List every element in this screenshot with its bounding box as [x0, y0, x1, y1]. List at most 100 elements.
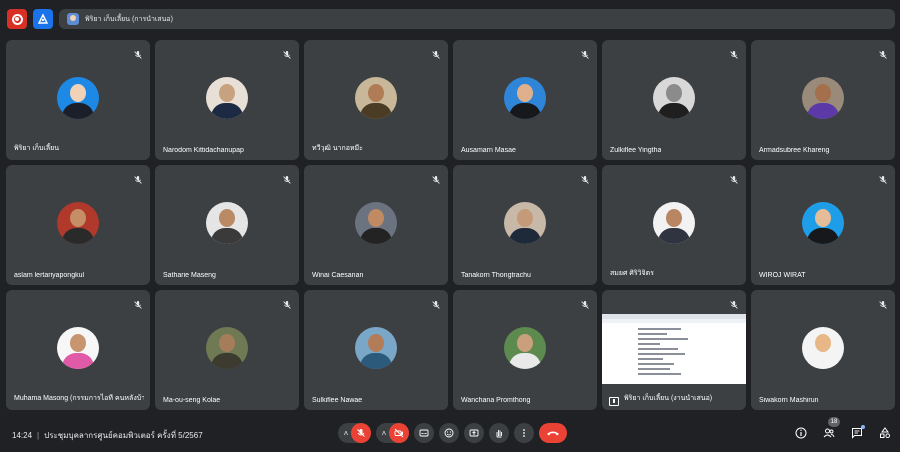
avatar — [206, 202, 248, 244]
pinned-presentation-bar[interactable]: พิริยา เก็บเลี้ยน (การนำเสนอ) — [59, 9, 895, 29]
participant-tile[interactable]: Armadsubree Khareng — [751, 40, 895, 160]
host-controls-button[interactable] — [878, 426, 892, 440]
end-call-button[interactable] — [539, 423, 567, 443]
participant-name: Zulkiflee Yingtha — [610, 147, 662, 154]
emoji-icon — [444, 428, 454, 438]
avatar — [57, 202, 99, 244]
record-icon[interactable] — [7, 9, 27, 29]
participant-name: Satharie Maseng — [163, 272, 216, 279]
mic-off-icon — [580, 47, 590, 59]
participant-tile[interactable]: Satharie Maseng — [155, 165, 299, 285]
participant-grid: พิริยา เก็บเลี้ยน Narodom Kittidachanupap… — [6, 40, 895, 410]
mic-off-icon — [729, 47, 739, 59]
mic-off-icon — [878, 47, 888, 59]
participant-name: พิริยา เก็บเลี้ยน (งานนำเสนอ) — [624, 395, 713, 402]
mic-off-icon — [580, 172, 590, 184]
participant-name: Siwakorn Mashirun — [759, 397, 819, 404]
avatar — [57, 327, 99, 369]
avatar — [802, 327, 844, 369]
avatar — [355, 77, 397, 119]
participant-tile[interactable]: Siwakorn Mashirun — [751, 290, 895, 410]
participant-name: Sulkiflee Nawae — [312, 397, 363, 404]
participant-tile[interactable]: aslam lertariyapongkul — [6, 165, 150, 285]
raise-hand-button[interactable] — [489, 423, 509, 443]
activities-icon[interactable] — [33, 9, 53, 29]
participant-tile[interactable]: Tanakorn Thongtrachu — [453, 165, 597, 285]
participant-name: Wanchana Promthong — [461, 397, 531, 404]
top-bar: พิริยา เก็บเลี้ยน (การนำเสนอ) — [0, 0, 900, 38]
mic-off-icon — [133, 47, 143, 59]
presentation-tile[interactable]: พิริยา เก็บเลี้ยน (งานนำเสนอ) — [602, 290, 746, 410]
people-count-badge: 18 — [828, 417, 840, 427]
camera-off-icon — [394, 428, 404, 438]
participant-name: Tanakorn Thongtrachu — [461, 272, 531, 279]
participant-name: พิริยา เก็บเลี้ยน — [14, 145, 59, 152]
avatar — [802, 202, 844, 244]
mic-off-icon — [580, 297, 590, 309]
call-end-icon — [547, 431, 559, 436]
participant-tile[interactable]: Ausamarn Masae — [453, 40, 597, 160]
participant-tile[interactable]: สมยศ ศิริวิจิตร — [602, 165, 746, 285]
avatar — [653, 77, 695, 119]
participant-tile[interactable]: ทวีวุฒิ นากอหมีะ — [304, 40, 448, 160]
participant-tile[interactable]: Winai Caesanan — [304, 165, 448, 285]
present-screen-icon — [609, 397, 619, 406]
mic-off-icon — [133, 297, 143, 309]
host-controls-icon — [880, 427, 890, 438]
mic-off-icon — [357, 429, 365, 437]
participant-name: Ma-ou-seng Kolae — [163, 397, 221, 404]
mic-off-icon — [133, 172, 143, 184]
mic-off-icon — [878, 297, 888, 309]
raise-hand-icon — [496, 430, 502, 438]
meeting-title: ประชุมบุคลากรศูนย์คอมพิวเตอร์ ครั้งที่ 5… — [44, 431, 203, 440]
chat-button[interactable] — [850, 425, 865, 440]
camera-options-chevron-icon[interactable]: ˄ — [379, 429, 389, 438]
pinned-presenter-name: พิริยา เก็บเลี้ยน (การนำเสนอ) — [85, 15, 173, 23]
participant-tile[interactable]: Ma-ou-seng Kolae — [155, 290, 299, 410]
camera-control-group: ˄ — [376, 423, 409, 443]
participant-tile[interactable]: Zulkiflee Yingtha — [602, 40, 746, 160]
participant-tile[interactable]: Narodom Kittidachanupap — [155, 40, 299, 160]
participant-name: Narodom Kittidachanupap — [163, 147, 244, 154]
info-icon — [795, 427, 807, 439]
participant-tile[interactable]: WIROJ WIRAT — [751, 165, 895, 285]
avatar — [206, 327, 248, 369]
call-controls: ˄ ˄ — [338, 423, 567, 443]
meeting-details-button[interactable] — [794, 426, 808, 440]
captions-button[interactable] — [414, 423, 434, 443]
avatar — [206, 77, 248, 119]
present-button[interactable] — [464, 423, 484, 443]
avatar — [355, 327, 397, 369]
avatar — [355, 202, 397, 244]
more-options-button[interactable] — [514, 423, 534, 443]
avatar — [504, 202, 546, 244]
participant-tile[interactable]: Wanchana Promthong — [453, 290, 597, 410]
participant-name: ทวีวุฒิ นากอหมีะ — [312, 145, 363, 152]
avatar — [802, 77, 844, 119]
mic-control-group: ˄ — [338, 423, 371, 443]
participant-tile[interactable]: พิริยา เก็บเลี้ยน — [6, 40, 150, 160]
participant-tile[interactable]: Sulkiflee Nawae — [304, 290, 448, 410]
unread-dot — [861, 425, 865, 429]
mic-off-icon — [282, 297, 292, 309]
shared-screen-preview — [602, 314, 746, 384]
people-button[interactable]: 18 — [822, 417, 840, 440]
mic-off-icon — [729, 297, 739, 309]
mic-off-button[interactable] — [351, 423, 371, 443]
mic-options-chevron-icon[interactable]: ˄ — [341, 429, 351, 438]
participant-name: Muhama Masong (กรรมการไอที คนหลังบ้าน) — [14, 395, 144, 402]
participant-name: สมยศ ศิริวิจิตร — [610, 270, 654, 277]
meeting-info: 14:24 | ประชุมบุคลากรศูนย์คอมพิวเตอร์ ครั้… — [12, 431, 203, 440]
side-panel-toggles: 18 — [794, 417, 892, 440]
participant-name: Armadsubree Khareng — [759, 147, 830, 154]
clock-time: 14:24 — [12, 431, 33, 440]
mic-off-icon — [282, 47, 292, 59]
participant-tile[interactable]: Muhama Masong (กรรมการไอที คนหลังบ้าน) — [6, 290, 150, 410]
avatar — [504, 77, 546, 119]
mic-off-icon — [431, 47, 441, 59]
more-vert-icon — [523, 429, 525, 437]
avatar — [67, 13, 79, 25]
present-screen-icon — [469, 429, 479, 437]
camera-off-button[interactable] — [389, 423, 409, 443]
emoji-button[interactable] — [439, 423, 459, 443]
